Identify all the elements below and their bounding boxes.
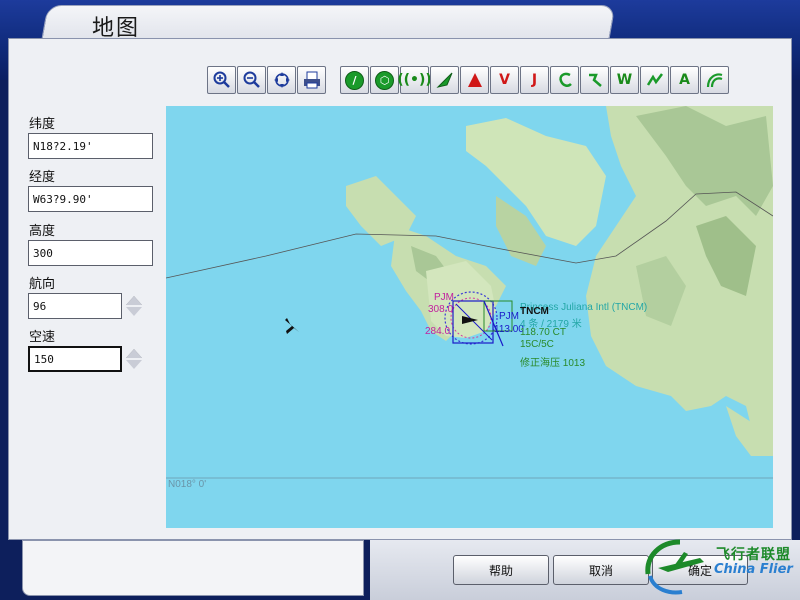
airport-icon[interactable]: /: [340, 66, 369, 94]
airspeed-up-arrow-icon[interactable]: [125, 349, 142, 358]
altitude-field[interactable]: [28, 240, 153, 266]
ndb-ident-label: PJM: [499, 311, 519, 322]
airspeed-spinner[interactable]: [124, 348, 142, 370]
heading-spinner[interactable]: [124, 295, 142, 317]
zoom-in-icon[interactable]: [207, 66, 236, 94]
airport-freq-label: 118.70 CT: [520, 327, 566, 338]
print-icon[interactable]: [297, 66, 326, 94]
route-icon[interactable]: [580, 66, 609, 94]
altitude-label: 高度: [29, 224, 56, 239]
waypoint-icon[interactable]: [460, 66, 489, 94]
watermark: 飞行者联盟 China Flier: [640, 536, 800, 600]
vor-ident-label: PJM: [434, 292, 454, 303]
longitude-field[interactable]: [28, 186, 153, 212]
vor-radial-label: 284.0: [425, 326, 451, 337]
vor-icon[interactable]: ⬡: [370, 66, 399, 94]
map-view[interactable]: PJM 308.0 284.0 PJM 113.00 Princess Juli…: [166, 106, 773, 528]
china-flier-logo-icon: [645, 539, 704, 595]
map-terrain: [166, 106, 773, 479]
longitude-label: 经度: [29, 170, 56, 185]
airspeed-label: 空速: [29, 330, 56, 345]
latitude-label: 纬度: [29, 117, 56, 132]
airspeed-down-arrow-icon[interactable]: [125, 360, 142, 369]
heading-down-arrow-icon[interactable]: [125, 307, 142, 316]
filter-toolbar: / ⬡ ((•)) V J W A: [340, 66, 730, 94]
heading-up-arrow-icon[interactable]: [125, 296, 142, 305]
zoom-out-icon[interactable]: [237, 66, 266, 94]
jet-airway-icon[interactable]: J: [520, 66, 549, 94]
watermark-cn: 飞行者联盟: [716, 547, 791, 563]
vor-freq-label: 308.0: [428, 304, 454, 315]
airport-pressure-label: 修正海压 1013: [520, 358, 586, 369]
ndb-icon[interactable]: ((•)): [397, 66, 432, 94]
airspeed-field[interactable]: [28, 346, 122, 372]
heading-field[interactable]: [28, 293, 122, 319]
terrain-icon[interactable]: [550, 66, 579, 94]
weather-icon[interactable]: W: [610, 66, 639, 94]
latitude-field[interactable]: [28, 133, 153, 159]
traffic-icon[interactable]: [700, 66, 729, 94]
cancel-button[interactable]: 取消: [553, 555, 649, 585]
ils-icon[interactable]: [430, 66, 459, 94]
center-aircraft-icon[interactable]: [267, 66, 296, 94]
airport-weather-label: 15C/5C: [520, 339, 554, 350]
flight-plan-icon[interactable]: [640, 66, 669, 94]
watermark-en: China Flier: [714, 562, 793, 577]
heading-label: 航向: [29, 277, 56, 292]
status-panel: [22, 540, 364, 596]
victor-airway-icon[interactable]: V: [490, 66, 519, 94]
view-toolbar: [207, 66, 327, 94]
help-button[interactable]: 帮助: [453, 555, 549, 585]
airspace-icon[interactable]: A: [670, 66, 699, 94]
grid-latitude-label: N018° 0': [168, 479, 207, 490]
